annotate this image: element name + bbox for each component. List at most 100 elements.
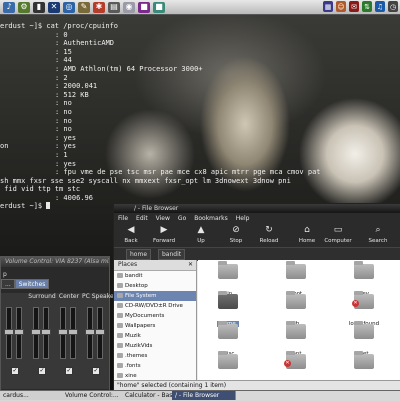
slider-knob[interactable]	[85, 329, 95, 335]
menu-view[interactable]: View	[152, 215, 174, 222]
wrench-icon[interactable]: ✎	[78, 1, 90, 13]
volume-slider[interactable]	[31, 307, 41, 359]
folder-item[interactable]: ✕lost+found	[344, 291, 384, 327]
tab-switches[interactable]: Switches	[14, 279, 50, 289]
folder-item[interactable]: proc	[208, 351, 248, 387]
reload-button[interactable]: ↻ Reload	[252, 224, 286, 244]
volume-icon[interactable]: ♫	[375, 1, 385, 12]
slider-knob[interactable]	[41, 329, 51, 335]
cpuinfo-key	[0, 99, 55, 108]
app-icon[interactable]: ■	[153, 1, 165, 13]
location-button-bandit[interactable]: bandit	[158, 249, 186, 260]
file-icon[interactable]: ▤	[108, 1, 120, 13]
sidebar-item[interactable]: Desktop	[114, 281, 196, 291]
cpuinfo-key	[0, 168, 55, 177]
stop-button[interactable]: ⊘ Stop	[219, 224, 253, 244]
window-title[interactable]: Volume Control: VIA 8237 (Alsa mixer)	[1, 257, 109, 267]
folder-item[interactable]: ✕root	[276, 351, 316, 387]
location-button-home[interactable]: home	[126, 249, 152, 260]
sidebar-item[interactable]: MyDocuments	[114, 311, 196, 321]
menu-edit[interactable]: Edit	[132, 215, 152, 222]
folder-item[interactable]: lib	[276, 291, 316, 327]
places-list: bandit Desktop File System CD-RW/DVD±R Driv…	[114, 271, 196, 381]
taskbar-button[interactable]: cardus...	[0, 391, 64, 400]
user-icon[interactable]: ☺	[336, 1, 346, 12]
paw-icon[interactable]: ✱	[93, 1, 105, 13]
folder-item[interactable]: home	[208, 291, 248, 327]
sidebar-item[interactable]: Muzik	[114, 331, 196, 341]
mute-checkbox[interactable]: ✓	[65, 367, 73, 375]
volume-slider[interactable]	[41, 307, 51, 359]
slider-knob[interactable]	[58, 329, 68, 335]
sidebar-item[interactable]: File System	[114, 291, 196, 301]
forward-button[interactable]: ▶ Forward	[147, 224, 181, 244]
volume-slider[interactable]	[68, 307, 78, 359]
mail-icon[interactable]: ✉	[349, 1, 359, 12]
file-browser-window[interactable]: / - File Browser File Edit View Go Bookmarks…	[113, 203, 400, 392]
menu-go[interactable]: Go	[174, 215, 190, 222]
taskbar-button[interactable]: Volume Control:...	[62, 391, 124, 400]
mixer-menu-label[interactable]: p	[3, 271, 7, 278]
taskbar-button[interactable]: / - File Browser	[172, 391, 236, 400]
clock-icon[interactable]: ◷	[388, 1, 398, 12]
folder-item[interactable]: mnt	[276, 321, 316, 357]
cpu-icon[interactable]: ▦	[323, 1, 333, 12]
sidebar-item[interactable]: CD-RW/DVD±R Drive	[114, 301, 196, 311]
menu-help[interactable]: Help	[232, 215, 254, 222]
sidebar-item[interactable]: .fonts	[114, 361, 196, 371]
up-button[interactable]: ▲ Up	[184, 224, 218, 244]
volume-slider[interactable]	[14, 307, 24, 359]
slider-knob[interactable]	[14, 329, 24, 335]
x-icon[interactable]: ✕	[48, 1, 60, 13]
volume-slider[interactable]	[4, 307, 14, 359]
places-header[interactable]: Places ✕	[114, 260, 196, 271]
terminal-icon[interactable]: ▮	[33, 1, 45, 13]
globe-icon[interactable]: ◎	[63, 1, 75, 13]
mute-checkbox[interactable]: ✓	[92, 367, 100, 375]
cd-icon[interactable]: ◉	[123, 1, 135, 13]
slider-knob[interactable]	[95, 329, 105, 335]
folder-item[interactable]: sbin	[344, 351, 384, 387]
computer-button[interactable]: ▭ Computer	[321, 224, 355, 244]
slider-knob[interactable]	[31, 329, 41, 335]
sidebar-item[interactable]: .themes	[114, 351, 196, 361]
app-icon[interactable]: ■	[138, 1, 150, 13]
sidebar-item[interactable]: Wallpapers	[114, 321, 196, 331]
cpuinfo-key	[0, 48, 55, 57]
slider-knob[interactable]	[68, 329, 78, 335]
file-icon-view[interactable]: binbootdev homelib ✕lost+found miscmntnet pr…	[198, 260, 400, 387]
sidebar-item[interactable]: MuzikVids	[114, 341, 196, 351]
menu-bookmarks[interactable]: Bookmarks	[190, 215, 232, 222]
folder-item[interactable]: misc	[208, 321, 248, 357]
terminal-output[interactable]: erdust ~]$ cat /proc/cpuinfo : 0: Authen…	[0, 22, 400, 212]
terminal-prompt-line: erdust ~]$ cat /proc/cpuinfo	[0, 22, 119, 30]
taskbar-button[interactable]: Calculator - Basic	[122, 391, 174, 400]
back-button[interactable]: ◀ Back	[114, 224, 148, 244]
window-titlebar[interactable]: / - File Browser	[114, 204, 400, 213]
close-icon[interactable]: ✕	[188, 260, 193, 270]
volume-slider[interactable]	[58, 307, 68, 359]
folder-item[interactable]: boot	[276, 261, 316, 297]
search-button[interactable]: ⌕ Search	[361, 224, 395, 244]
folder-item[interactable]: bin	[208, 261, 248, 297]
sidebar-item[interactable]: bandit	[114, 271, 196, 281]
gear-icon[interactable]: ⚙	[18, 1, 30, 13]
network-icon[interactable]: ⇅	[362, 1, 372, 12]
computer-icon: ▭	[333, 225, 343, 235]
stop-icon: ⊘	[232, 225, 240, 235]
menu-file[interactable]: File	[114, 215, 132, 222]
folder-item[interactable]: dev	[344, 261, 384, 297]
up-arrow-icon: ▲	[197, 225, 205, 235]
mute-checkbox[interactable]: ✓	[11, 367, 19, 375]
volume-slider[interactable]	[85, 307, 95, 359]
mute-checkbox[interactable]: ✓	[38, 367, 46, 375]
home-button[interactable]: ⌂ Home	[290, 224, 324, 244]
speaker-icon[interactable]: ♪	[3, 1, 15, 13]
volume-control-window[interactable]: Volume Control: VIA 8237 (Alsa mixer) p …	[0, 256, 116, 392]
folder-item[interactable]: net	[344, 321, 384, 357]
cpuinfo-value: : 512 KB	[55, 90, 89, 99]
tab-more[interactable]: ...	[1, 279, 15, 289]
slider-knob[interactable]	[4, 329, 14, 335]
cpuinfo-key	[0, 194, 55, 203]
volume-slider[interactable]	[95, 307, 105, 359]
